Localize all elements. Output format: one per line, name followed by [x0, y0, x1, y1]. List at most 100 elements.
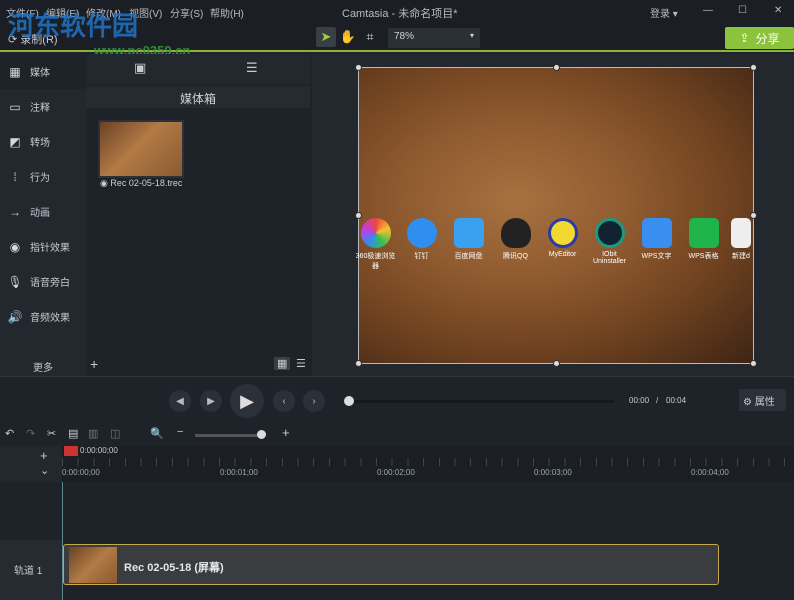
resize-handle[interactable] [553, 360, 560, 367]
scrubber-handle[interactable] [344, 396, 354, 406]
tool-voice-narration[interactable]: 🎙 语音旁白 [0, 264, 86, 299]
media-item-label[interactable]: ◉ Rec 02-05-18.trec [100, 178, 182, 189]
speaker-icon: 🔊 [7, 309, 23, 324]
minimize-button[interactable]: — [703, 5, 713, 16]
dingtalk-icon [406, 218, 437, 248]
menu-help[interactable]: 帮助(H) [210, 5, 244, 20]
current-time: 00:00 [629, 396, 650, 405]
zoom-slider-handle[interactable] [257, 430, 266, 439]
share-button[interactable]: ⇪ 分享 [725, 27, 794, 49]
track-header[interactable]: 轨道 1 [0, 540, 62, 600]
mic-icon: 🎙 [7, 274, 23, 289]
zoom-select[interactable]: 78% ▾ [388, 28, 480, 48]
timeline-clip[interactable]: Rec 02-05-18 (屏幕) [63, 544, 719, 585]
undo-icon[interactable]: ↶ [5, 427, 14, 440]
grid-view-icon[interactable]: ▦ [274, 357, 291, 370]
media-thumbnail[interactable] [98, 120, 184, 178]
add-track-button[interactable]: + [40, 448, 48, 463]
tool-cursor-effects[interactable]: ◉ 指针效果 [0, 229, 86, 264]
add-media-button[interactable]: + [90, 356, 98, 372]
tool-animations[interactable]: → 动画 [0, 194, 86, 229]
window-title: Camtasia - 未命名项目* [342, 8, 458, 20]
zoom-icon: 🔍 [150, 428, 164, 440]
play-button[interactable]: ▶ [230, 384, 264, 418]
timeline-zoom-slider[interactable] [195, 434, 265, 437]
tool-panel: ▦ 媒体 ▭ 注释 ◩ 转场 ⁞ 行为 → 动画 ◉ 指针效果 🎙 语音旁白 🔊 音频效果 更多 [0, 54, 86, 376]
qq-icon [500, 218, 531, 248]
media-tab-icon[interactable]: ▣ [134, 60, 146, 76]
library-tab-icon[interactable]: ☰ [246, 60, 258, 76]
behavior-icon: ⁞ [13, 169, 17, 184]
cursor-icon: ◉ [9, 239, 21, 254]
close-button[interactable]: ✕ [774, 5, 782, 16]
step-back-button[interactable]: ◀ [169, 390, 191, 412]
timeline-ruler[interactable]: 0:00:00;00 0:00:00;00 0:00:01;00 0:00:02… [62, 446, 794, 482]
zoom-out-button[interactable]: − [177, 426, 183, 438]
resize-handle[interactable] [355, 64, 362, 71]
next-button[interactable]: › [303, 390, 325, 412]
word-doc-icon [731, 218, 751, 248]
desktop-icon: WPS表格 [681, 218, 726, 261]
desktop-icon: 腾讯QQ [493, 218, 538, 261]
film-icon: ▦ [9, 64, 21, 79]
media-bin: ▣ ☰ 媒体箱 ◉ Rec 02-05-18.trec + ▦ ☰ [86, 54, 310, 376]
desktop-icon: 新建d [727, 218, 755, 261]
baidu-pan-icon [453, 218, 484, 248]
video-preview[interactable]: 360极速浏览器 钉钉 百度网盘 腾讯QQ MyEditor IObit Uni… [355, 64, 757, 367]
timeline-toolbar: ↶ ↷ ✂ ▤ ▥ ◫ 🔍 − + [0, 422, 794, 446]
resize-handle[interactable] [750, 360, 757, 367]
ruler-ticks [62, 458, 794, 466]
desktop-icon: 360极速浏览器 [353, 218, 398, 271]
resize-handle[interactable] [553, 64, 560, 71]
tool-transitions[interactable]: ◩ 转场 [0, 124, 86, 159]
previous-button[interactable]: ‹ [273, 390, 295, 412]
bin-title: 媒体箱 [86, 86, 310, 108]
select-tool-icon[interactable]: ➤ [316, 27, 336, 47]
scrubber-track[interactable] [348, 400, 614, 403]
transition-icon: ◩ [9, 134, 21, 149]
resize-handle[interactable] [355, 360, 362, 367]
split-icon[interactable]: ◫ [110, 427, 120, 440]
tool-audio-effects[interactable]: 🔊 音频效果 [0, 299, 86, 334]
myeditor-icon [547, 218, 578, 248]
pan-tool-icon[interactable]: ✋ [338, 27, 358, 47]
animation-icon: → [9, 204, 21, 219]
crop-tool-icon[interactable]: ⌗ [360, 27, 380, 47]
ruler-label: 0:00:04;00 [691, 468, 729, 477]
cut-icon[interactable]: ✂ [47, 427, 56, 440]
playback-bar: ◀ ▶ ▶ ‹ › 00:00 / 00:04 ⚙ 属性 [0, 376, 794, 422]
step-forward-button[interactable]: ▶ [200, 390, 222, 412]
more-button[interactable]: 更多 [33, 359, 53, 374]
watermark: 河东软件园 www.pc0359.cn [8, 11, 191, 58]
share-icon: ⇪ [739, 31, 750, 45]
login-button[interactable]: 登录 ▾ [650, 5, 678, 20]
duration: 00:04 [666, 396, 687, 405]
playhead-time: 0:00:00;00 [80, 446, 118, 455]
tool-annotations[interactable]: ▭ 注释 [0, 89, 86, 124]
paste-icon[interactable]: ▥ [88, 427, 98, 440]
bin-tabs: ▣ ☰ [86, 54, 310, 84]
iobit-icon [594, 218, 625, 248]
wps-writer-icon [641, 218, 672, 248]
tool-media[interactable]: ▦ 媒体 [0, 54, 86, 89]
zoom-in-button[interactable]: + [282, 425, 290, 440]
redo-icon[interactable]: ↷ [26, 427, 35, 440]
list-view-icon[interactable]: ☰ [296, 357, 306, 370]
annotation-icon: ▭ [9, 99, 21, 114]
playhead[interactable] [64, 446, 78, 456]
ruler-label: 0:00:03;00 [534, 468, 572, 477]
maximize-button[interactable]: ☐ [738, 5, 747, 16]
ruler-label: 0:00:01;00 [220, 468, 258, 477]
tool-behaviors[interactable]: ⁞ 行为 [0, 159, 86, 194]
desktop-icon: WPS文字 [634, 218, 679, 261]
desktop-icon: 百度网盘 [446, 218, 491, 261]
collapse-tracks-button[interactable]: ⌄ [40, 464, 49, 477]
clip-thumbnail [69, 547, 117, 583]
desktop-icon: IObit Uninstaller [587, 218, 632, 265]
properties-button[interactable]: ⚙ 属性 [739, 389, 786, 411]
resize-handle[interactable] [750, 64, 757, 71]
copy-icon[interactable]: ▤ [68, 427, 78, 440]
ruler-label: 0:00:02;00 [377, 468, 415, 477]
clip-label: Rec 02-05-18 (屏幕) [124, 562, 224, 574]
track-label: 轨道 1 [14, 566, 43, 577]
